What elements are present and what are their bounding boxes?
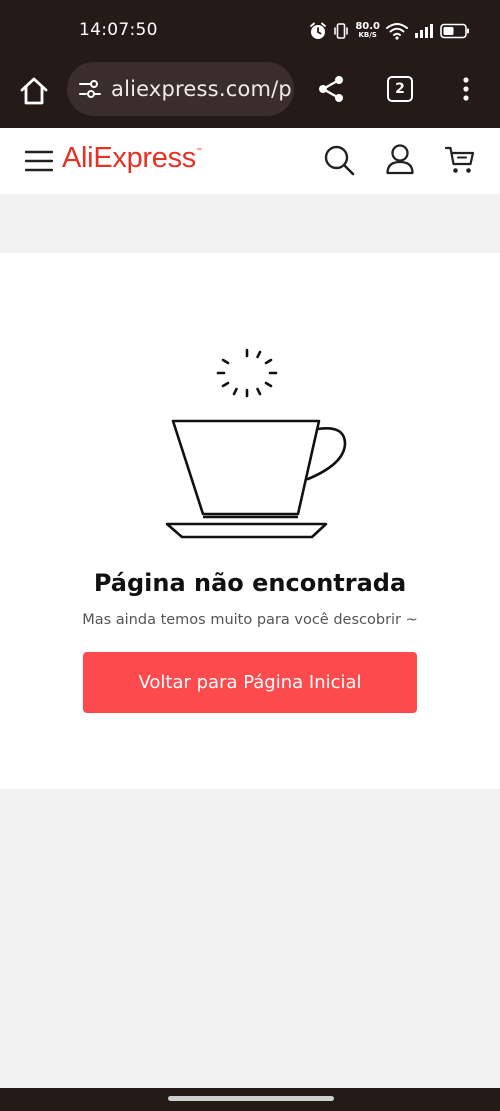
back-to-home-button[interactable]: Voltar para Página Inicial: [83, 652, 417, 713]
tab-switcher-button[interactable]: 2: [387, 76, 413, 102]
net-speed-unit: KB/S: [358, 31, 377, 39]
account-icon[interactable]: [385, 143, 415, 175]
share-icon[interactable]: [315, 73, 347, 105]
alarm-icon: [310, 22, 327, 39]
cart-icon[interactable]: [445, 145, 475, 175]
site-settings-icon[interactable]: [78, 77, 102, 101]
back-to-home-label: Voltar para Página Inicial: [138, 672, 362, 693]
net-speed-value: 80.0: [355, 21, 380, 32]
not-found-card: Página não encontrada Mas ainda temos mu…: [0, 253, 500, 789]
address-bar[interactable]: aliexpress.com/p: [67, 62, 294, 116]
tab-count: 2: [395, 81, 405, 97]
home-icon[interactable]: [17, 74, 51, 108]
status-bar: 14:07:50 80.0 KB/S: [0, 0, 500, 60]
battery-icon: [440, 23, 469, 39]
status-icons: 80.0 KB/S: [309, 18, 470, 44]
signal-icon: [415, 24, 433, 38]
status-time: 14:07:50: [79, 20, 158, 40]
url-text[interactable]: aliexpress.com/p: [111, 77, 292, 101]
search-icon[interactable]: [323, 144, 355, 176]
coffee-cup-icon: [165, 348, 347, 539]
net-speed: 80.0 KB/S: [355, 22, 380, 40]
vibrate-icon: [334, 23, 349, 39]
gesture-bar: [0, 1088, 500, 1111]
logo-tm: ™: [196, 148, 202, 154]
gesture-handle[interactable]: [168, 1096, 334, 1101]
page-title: Página não encontrada: [93, 569, 407, 597]
hamburger-menu-icon[interactable]: [25, 148, 53, 174]
browser-toolbar: aliexpress.com/p 2: [0, 60, 500, 128]
site-header: AliExpress™: [0, 128, 500, 194]
logo-text: AliExpress: [62, 142, 196, 174]
aliexpress-logo[interactable]: AliExpress™: [62, 142, 202, 175]
page-subtitle: Mas ainda temos muito para você descobri…: [82, 612, 418, 628]
more-vert-icon[interactable]: [456, 74, 476, 104]
wifi-icon: [386, 23, 408, 40]
